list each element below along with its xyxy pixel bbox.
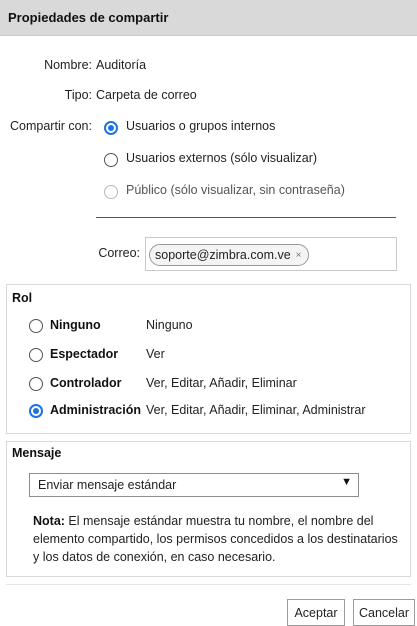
- divider: [96, 217, 396, 218]
- role-manager-name[interactable]: Controlador: [50, 376, 122, 390]
- role-admin-radio[interactable]: [29, 404, 43, 418]
- cancel-button[interactable]: Cancelar: [353, 599, 415, 626]
- message-select-value: Enviar mensaje estándar: [38, 478, 177, 492]
- role-manager-radio[interactable]: [29, 377, 43, 391]
- role-heading: Rol: [12, 291, 33, 305]
- message-note: Nota: El mensaje estándar muestra tu nom…: [33, 512, 403, 566]
- share-external-radio[interactable]: [104, 153, 118, 167]
- email-label: Correo:: [98, 246, 140, 260]
- share-external-label[interactable]: Usuarios externos (sólo visualizar): [126, 151, 317, 165]
- note-text: El mensaje estándar muestra tu nombre, e…: [33, 514, 398, 564]
- dropdown-arrow-icon: ▼: [341, 476, 352, 488]
- share-public-radio: [104, 185, 118, 199]
- message-select[interactable]: Enviar mensaje estándar ▼: [29, 473, 359, 497]
- type-label: Tipo:: [64, 88, 92, 102]
- name-label: Nombre:: [44, 58, 92, 72]
- email-input[interactable]: soporte@zimbra.com.ve ×: [145, 237, 397, 271]
- email-chip[interactable]: soporte@zimbra.com.ve ×: [149, 244, 309, 266]
- role-viewer-name[interactable]: Espectador: [50, 347, 118, 361]
- share-with-label: Compartir con:: [10, 119, 92, 133]
- footer-separator: [6, 584, 411, 585]
- email-chip-address: soporte@zimbra.com.ve: [155, 248, 291, 262]
- role-none-name[interactable]: Ninguno: [50, 318, 101, 332]
- share-public-label: Público (sólo visualizar, sin contraseña…: [126, 183, 345, 197]
- accept-button[interactable]: Aceptar: [287, 599, 345, 626]
- name-value: Auditoría: [96, 58, 147, 72]
- role-none-radio[interactable]: [29, 319, 43, 333]
- chip-remove-icon[interactable]: ×: [296, 250, 302, 261]
- dialog-title: Propiedades de compartir: [8, 10, 169, 25]
- share-internal-label[interactable]: Usuarios o grupos internos: [126, 119, 275, 133]
- role-manager-desc: Ver, Editar, Añadir, Eliminar: [146, 376, 297, 390]
- message-heading: Mensaje: [12, 446, 62, 460]
- type-value: Carpeta de correo: [96, 88, 197, 102]
- share-internal-radio[interactable]: [104, 121, 118, 135]
- role-viewer-radio[interactable]: [29, 348, 43, 362]
- role-admin-name[interactable]: Administración: [50, 403, 141, 417]
- note-label: Nota:: [33, 514, 65, 528]
- role-viewer-desc: Ver: [146, 347, 165, 361]
- role-none-desc: Ninguno: [146, 318, 193, 332]
- dialog-titlebar[interactable]: Propiedades de compartir: [0, 0, 417, 36]
- role-admin-desc: Ver, Editar, Añadir, Eliminar, Administr…: [146, 403, 366, 417]
